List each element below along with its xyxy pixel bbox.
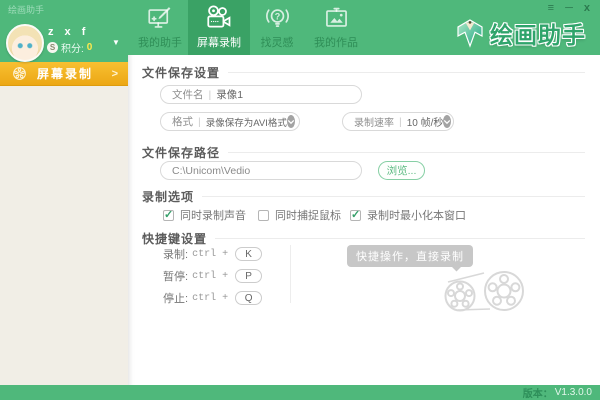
pencil-logo-icon — [455, 18, 485, 48]
nav-label: 我的作品 — [314, 34, 358, 50]
rate-label: 录制速率 — [354, 114, 394, 129]
movie-camera-icon — [205, 3, 233, 33]
close-icon[interactable]: x — [584, 2, 590, 14]
section-save-path: 文件保存路径 — [142, 144, 585, 161]
film-reel-icon — [12, 66, 27, 81]
section-file-save-settings: 文件保存设置 — [142, 64, 585, 81]
window-title: 绘画助手 — [8, 3, 44, 16]
chevron-down-circle-icon[interactable] — [443, 115, 451, 128]
section-record-options: 录制选项 — [142, 188, 585, 205]
section-title: 录制选项 — [142, 188, 194, 205]
svg-text:?: ? — [274, 11, 280, 21]
hotkey-pause: 暂停: ctrl + P — [163, 268, 262, 284]
nav-label: 我的助手 — [138, 34, 182, 50]
nav-item-my-assistant[interactable]: 我的助手 — [132, 0, 188, 55]
artwork-frame-icon — [323, 3, 350, 33]
user-points: S 积分: 0 — [47, 40, 92, 55]
points-label: 积分: — [61, 40, 84, 55]
divider — [290, 245, 291, 303]
section-title: 文件保存设置 — [142, 64, 220, 81]
version-value: V1.3.0.0 — [555, 387, 592, 398]
record-rate-dropdown[interactable]: 录制速率 | 10 帧/秒 — [342, 112, 454, 131]
checkbox-label: 同时捕捉鼠标 — [275, 207, 341, 223]
format-label: 格式 — [172, 114, 193, 129]
footer-bar: 版本： V1.3.0.0 — [0, 385, 600, 400]
checkbox-record-audio[interactable]: ✓ 同时录制声音 — [163, 207, 258, 223]
version-label: 版本： — [523, 385, 553, 400]
hotkey-stop: 停止: ctrl + Q — [163, 290, 262, 306]
main-panel: 文件保存设置 文件名 | 录像1 格式 | 录像保存为AVI格式 录制速率 | … — [128, 55, 600, 385]
browse-button[interactable]: 浏览... — [378, 161, 425, 180]
chevron-down-icon[interactable]: ▼ — [112, 38, 120, 47]
sidebar: 屏幕录制 > — [0, 55, 128, 385]
separator: | — [399, 116, 402, 128]
nav-item-screen-record[interactable]: 屏幕录制 — [188, 0, 250, 55]
checkbox-capture-mouse[interactable]: ✓ 同时捕捉鼠标 — [258, 207, 350, 223]
chevron-right-icon: > — [112, 68, 118, 80]
monitor-dropper-icon — [147, 3, 174, 33]
hotkey-record: 录制: ctrl + K — [163, 246, 262, 262]
save-path-input[interactable]: C:\Unicom\Vedio — [160, 161, 362, 180]
format-dropdown[interactable]: 格式 | 录像保存为AVI格式 — [160, 112, 300, 131]
user-name: z x f — [48, 26, 89, 38]
minimize-icon[interactable]: ─ — [565, 2, 573, 14]
hotkey-label: 停止: — [163, 290, 188, 306]
hotkey-key-field[interactable]: K — [235, 247, 262, 261]
filename-input[interactable]: 文件名 | 录像1 — [160, 85, 362, 104]
hotkey-label: 录制: — [163, 246, 188, 262]
record-options-row: ✓ 同时录制声音 ✓ 同时捕捉鼠标 ✓ 录制时最小化本窗口 — [163, 207, 466, 223]
hotkey-prefix: ctrl + — [192, 271, 228, 282]
logo-text: 绘画助手 — [490, 16, 586, 50]
separator: | — [209, 89, 212, 101]
checkbox-minimize-window[interactable]: ✓ 录制时最小化本窗口 — [350, 207, 466, 223]
browse-button-label: 浏览... — [387, 163, 417, 178]
checkbox-icon[interactable]: ✓ — [350, 210, 361, 221]
nav-item-my-works[interactable]: 我的作品 — [304, 0, 368, 55]
format-value: 录像保存为AVI格式 — [206, 115, 287, 129]
app-logo: 绘画助手 — [455, 16, 586, 50]
hotkey-prefix: ctrl + — [192, 293, 228, 304]
nav-label: 找灵感 — [261, 34, 294, 50]
user-avatar[interactable] — [6, 24, 44, 62]
separator: | — [198, 116, 201, 128]
checkbox-label: 同时录制声音 — [180, 207, 246, 223]
nav-item-find-inspiration[interactable]: ? 找灵感 — [250, 0, 304, 55]
idea-bulb-icon: ? — [264, 3, 291, 33]
section-title: 文件保存路径 — [142, 144, 220, 161]
rate-value: 10 帧/秒 — [407, 114, 444, 129]
window-controls: ≡ ─ x — [548, 2, 590, 14]
chevron-down-circle-icon[interactable] — [287, 115, 295, 128]
section-title: 快捷键设置 — [142, 230, 207, 247]
points-value: 0 — [87, 42, 93, 53]
coin-icon: S — [47, 42, 58, 53]
checkbox-label: 录制时最小化本窗口 — [367, 207, 466, 223]
hotkey-key-field[interactable]: Q — [235, 291, 262, 305]
hotkey-key-field[interactable]: P — [235, 269, 262, 283]
sidebar-item-screen-record[interactable]: 屏幕录制 > — [0, 62, 128, 86]
nav-label: 屏幕录制 — [197, 34, 241, 50]
hotkey-label: 暂停: — [163, 268, 188, 284]
filename-value: 录像1 — [216, 87, 243, 102]
top-nav: 我的助手 屏幕录制 — [132, 0, 368, 55]
checkbox-icon[interactable]: ✓ — [258, 210, 269, 221]
app-window: 绘画助手 ≡ ─ x 我的助手 — [0, 0, 600, 400]
hotkey-prefix: ctrl + — [192, 249, 228, 260]
film-reels-watermark-icon — [428, 253, 546, 325]
menu-icon[interactable]: ≡ — [548, 2, 554, 14]
save-path-value: C:\Unicom\Vedio — [172, 165, 250, 177]
checkbox-icon[interactable]: ✓ — [163, 210, 174, 221]
filename-label: 文件名 — [172, 87, 204, 102]
sidebar-item-label: 屏幕录制 — [37, 65, 93, 82]
